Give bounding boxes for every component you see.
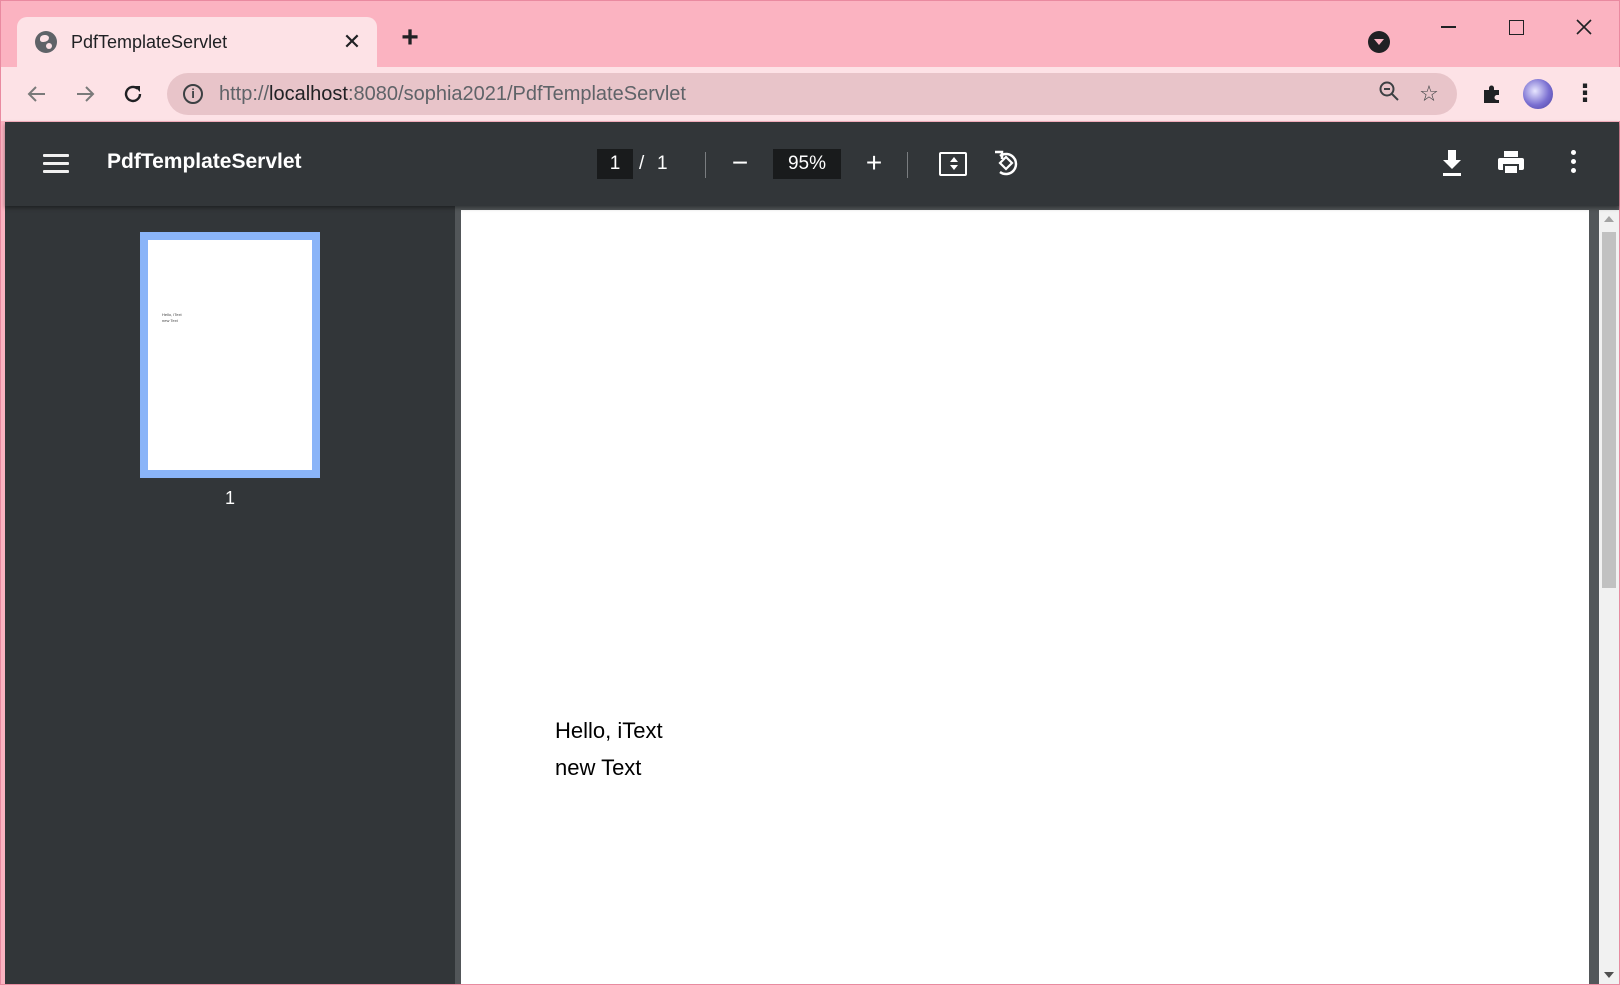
page-text-line: Hello, iText [555,718,663,743]
scroll-up-icon[interactable] [1604,216,1614,222]
page-text-line: new Text [555,755,642,780]
maximize-button[interactable] [1493,9,1539,43]
zoom-in-button[interactable]: + [861,148,887,178]
site-info-icon[interactable]: i [183,84,203,104]
print-icon[interactable] [1495,148,1527,178]
pdf-toolbar: PdfTemplateServlet 1 / 1 − 95% + [5,122,1619,206]
browser-toolbar: i http://localhost:8080/sophia2021/PdfTe… [1,67,1620,121]
fit-to-page-icon[interactable] [939,152,967,176]
rotate-icon[interactable] [991,148,1021,178]
page-number-input[interactable]: 1 [597,149,633,179]
total-pages: 1 [657,153,668,174]
thumbnail-sidebar: Hello, iText new Text 1 [5,206,455,984]
toolbar-divider [705,152,706,178]
minimize-button[interactable] [1425,9,1471,43]
zoom-icon[interactable] [1369,80,1409,108]
more-options-icon[interactable] [1563,148,1583,178]
download-icon[interactable] [1437,146,1467,180]
bookmark-star-icon[interactable]: ☆ [1409,81,1449,107]
tab-close-icon[interactable]: ✕ [341,29,363,55]
minimize-icon [1440,26,1456,28]
zoom-level-input[interactable]: 95% [773,149,841,179]
menu-icon[interactable] [43,154,69,174]
pdf-viewer: PdfTemplateServlet 1 / 1 − 95% + Hello, … [5,122,1619,984]
url-host: localhost [269,82,348,105]
page-content: Hello, iText new Text [555,712,663,786]
browser-menu-icon[interactable]: ⋮ [1573,79,1597,109]
back-button[interactable] [21,78,53,110]
profile-avatar[interactable] [1521,77,1555,111]
url-path: :8080/sophia2021/PdfTemplateServlet [347,82,686,105]
close-window-button[interactable] [1561,9,1607,43]
tab-pdftemplateservlet[interactable]: PdfTemplateServlet ✕ [17,17,377,67]
arrow-left-icon [27,86,45,102]
rotate-counterclockwise-icon [995,150,1018,176]
document-title: PdfTemplateServlet [107,150,302,173]
scroll-down-icon[interactable] [1604,972,1614,978]
close-icon [1576,19,1592,35]
extensions-icon[interactable] [1477,79,1507,109]
thumbnail-page-number: 1 [224,488,235,508]
tab-search-icon[interactable] [1368,31,1390,53]
scrollbar-thumb[interactable] [1602,232,1616,588]
reload-icon [124,85,142,103]
puzzle-icon [1484,85,1499,103]
tab-title: PdfTemplateServlet [71,31,228,52]
forward-button[interactable] [69,78,101,110]
url-text[interactable]: http://localhost:8080/sophia2021/PdfTemp… [219,83,1369,106]
thumbnail-preview-text: Hello, iText new Text [162,312,182,324]
address-bar[interactable]: i http://localhost:8080/sophia2021/PdfTe… [167,73,1457,115]
thumbnail-page: Hello, iText new Text [148,240,312,470]
browser-window: PdfTemplateServlet ✕ + i http://localhos… [0,0,1620,985]
url-prefix: http:// [219,82,270,105]
maximize-icon [1508,19,1524,35]
printer-icon [1498,151,1524,175]
toolbar-divider [907,152,908,178]
pdf-page: Hello, iText new Text [461,210,1589,984]
globe-icon [35,31,57,53]
page-thumbnail[interactable]: Hello, iText new Text [140,232,320,478]
vertical-scrollbar[interactable] [1599,210,1619,984]
magnifier-minus-icon [1379,81,1399,101]
thumbnail-line: new Text [162,318,178,323]
arrow-right-icon [77,86,95,102]
reload-button[interactable] [117,78,149,110]
tab-strip: PdfTemplateServlet ✕ + [1,1,1620,67]
page-separator: / [639,153,645,174]
download-arrow-icon [1443,150,1461,176]
zoom-out-button[interactable]: − [727,148,753,178]
new-tab-button[interactable]: + [395,23,425,53]
